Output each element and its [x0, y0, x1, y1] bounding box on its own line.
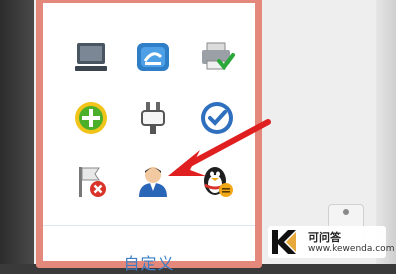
dot-icon	[343, 209, 349, 215]
watermark-url: www.kewenda.com	[308, 244, 395, 254]
right-background-edge	[376, 0, 396, 264]
tray-overflow-popup: 自定义	[36, 0, 262, 273]
check-circle-icon[interactable]	[197, 98, 237, 138]
popup-divider	[43, 225, 255, 226]
qq-penguin-icon[interactable]	[197, 161, 237, 201]
customize-link[interactable]: 自定义	[43, 250, 255, 274]
network-drive-icon[interactable]	[133, 37, 173, 77]
flag-error-icon[interactable]	[71, 161, 111, 201]
watermark: 可问答 www.kewenda.com	[268, 226, 394, 258]
security-plus-icon[interactable]	[71, 98, 111, 138]
kewenda-logo-icon	[272, 230, 296, 254]
user-account-icon[interactable]	[133, 161, 173, 201]
display-icon[interactable]	[71, 37, 111, 77]
plug-icon[interactable]	[133, 98, 173, 138]
left-background-strip	[0, 0, 34, 264]
watermark-title: 可问答	[308, 231, 341, 244]
printer-check-icon[interactable]	[197, 37, 237, 77]
